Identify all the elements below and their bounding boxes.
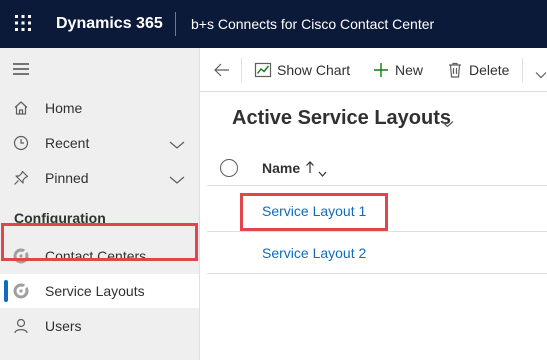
clock-icon [13,135,29,151]
view-selector-title[interactable]: Active Service Layouts [232,106,451,130]
app-title[interactable]: b+s Connects for Cisco Contact Center [191,15,434,33]
delete-label: Delete [469,62,510,78]
sidebar-item-label: Recent [45,135,90,151]
sidebar-item-users[interactable]: Users [0,309,199,343]
command-separator [241,58,242,82]
table-row[interactable]: Service Layout 2 [207,232,547,274]
sort-ascending-icon [305,160,315,174]
command-separator [522,58,523,82]
app-launcher-icon[interactable] [14,14,32,32]
sidebar-item-service-layouts[interactable]: Service Layouts [0,274,199,308]
more-commands-chevron-icon[interactable] [535,66,547,79]
selected-indicator [4,280,8,302]
grid-header: Name [207,150,547,186]
sidebar-item-label: Pinned [45,170,89,186]
entity-icon [13,248,29,264]
view-selector-chevron-icon[interactable] [441,115,454,128]
trash-icon [446,61,464,79]
plus-icon [372,61,390,79]
record-link[interactable]: Service Layout 2 [262,245,366,261]
column-header-name[interactable]: Name [262,160,300,176]
top-nav-bar: Dynamics 365 b+s Connects for Cisco Cont… [0,0,547,48]
sidebar-item-home[interactable]: Home [0,91,199,125]
new-label: New [395,62,424,78]
column-menu-chevron-icon[interactable] [318,164,327,177]
new-button[interactable]: New [372,48,428,92]
home-icon [13,100,29,116]
product-name[interactable]: Dynamics 365 [56,14,163,34]
back-arrow-icon[interactable] [213,61,231,79]
hamburger-menu-icon[interactable] [12,62,30,76]
sidebar-item-label: Service Layouts [45,283,145,299]
chevron-down-icon[interactable] [169,172,185,184]
show-chart-label: Show Chart [277,62,351,78]
record-link[interactable]: Service Layout 1 [262,203,366,219]
header-divider [175,12,176,36]
chevron-down-icon[interactable] [169,137,185,149]
select-all-checkbox[interactable] [220,159,238,177]
sidebar-section-header: Configuration [14,210,106,226]
delete-button[interactable]: Delete [446,48,516,92]
chart-icon [254,61,272,79]
sidebar-item-label: Home [45,100,83,116]
sidebar-item-contact-centers[interactable]: Contact Centers [0,239,199,273]
sidebar-item-pinned[interactable]: Pinned [0,161,199,195]
sidebar-item-label: Users [45,318,82,334]
command-bar: Show Chart New Delete [200,48,547,92]
sitemap-sidebar: Home Recent Pinned Configuration Contact… [0,48,200,360]
sidebar-item-recent[interactable]: Recent [0,126,199,160]
entity-icon [13,283,29,299]
pin-icon [13,170,29,186]
table-row[interactable]: Service Layout 1 [207,190,547,232]
person-icon [13,318,29,334]
show-chart-button[interactable]: Show Chart [254,48,354,92]
sidebar-item-label: Contact Centers [45,248,147,264]
